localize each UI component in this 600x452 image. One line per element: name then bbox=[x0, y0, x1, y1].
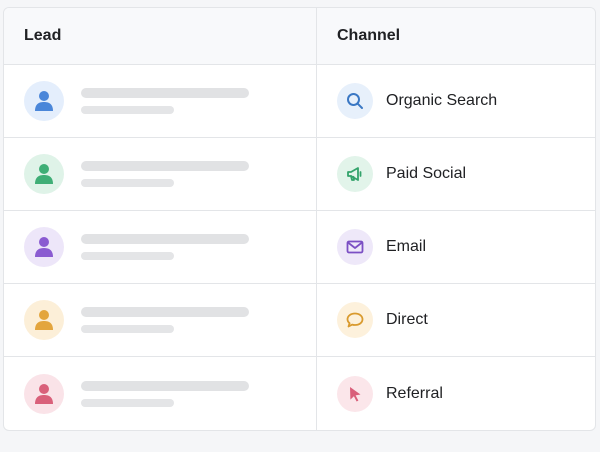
table-row[interactable]: Referral bbox=[4, 357, 595, 430]
person-icon bbox=[35, 310, 53, 330]
placeholder-line bbox=[81, 106, 174, 114]
avatar bbox=[24, 81, 64, 121]
channel-cell: Referral bbox=[317, 357, 595, 430]
lead-placeholder bbox=[81, 307, 249, 333]
lead-cell bbox=[4, 211, 317, 283]
channel-badge bbox=[337, 375, 373, 412]
channel-label: Direct bbox=[386, 311, 428, 328]
person-icon bbox=[35, 91, 53, 111]
channel-label: Email bbox=[386, 238, 427, 255]
table-row[interactable]: Direct bbox=[4, 284, 595, 357]
channel-label: Paid Social bbox=[386, 165, 467, 182]
channel-badge bbox=[337, 83, 373, 119]
placeholder-line bbox=[81, 380, 249, 391]
table-row[interactable]: Paid Social bbox=[4, 138, 595, 211]
avatar bbox=[24, 300, 64, 340]
megaphone-icon bbox=[347, 167, 362, 181]
table-header: Lead Channel bbox=[4, 8, 595, 65]
lead-cell bbox=[4, 284, 317, 356]
person-icon bbox=[35, 383, 53, 404]
channel-cell: Direct bbox=[317, 284, 595, 356]
lead-cell bbox=[4, 65, 317, 137]
column-header-lead[interactable]: Lead bbox=[4, 8, 317, 64]
lead-placeholder bbox=[81, 161, 249, 187]
channel-cell: Organic Search bbox=[317, 65, 595, 137]
chat-icon bbox=[346, 312, 364, 328]
channel-badge bbox=[337, 156, 373, 192]
channel-label: Organic Search bbox=[386, 92, 498, 109]
placeholder-line bbox=[81, 325, 174, 333]
placeholder-line bbox=[81, 398, 174, 407]
leads-table: Lead Channel Organic Search Paid Social … bbox=[3, 7, 596, 431]
placeholder-line bbox=[81, 161, 249, 171]
channel-cell: Paid Social bbox=[317, 138, 595, 210]
lead-placeholder bbox=[81, 234, 249, 260]
placeholder-line bbox=[81, 179, 174, 187]
placeholder-line bbox=[81, 252, 174, 260]
column-header-channel[interactable]: Channel bbox=[317, 8, 595, 64]
lead-placeholder bbox=[81, 88, 249, 114]
person-icon bbox=[35, 164, 53, 184]
avatar bbox=[24, 154, 64, 194]
channel-badge bbox=[337, 302, 373, 338]
channel-badge bbox=[337, 229, 373, 265]
placeholder-line bbox=[81, 307, 249, 317]
lead-placeholder bbox=[81, 380, 249, 407]
table-row[interactable]: Organic Search bbox=[4, 65, 595, 138]
table-row[interactable]: Email bbox=[4, 211, 595, 284]
avatar bbox=[24, 227, 64, 267]
search-icon bbox=[347, 93, 363, 109]
lead-cell bbox=[4, 138, 317, 210]
channel-label: Referral bbox=[386, 384, 443, 402]
mail-icon bbox=[346, 240, 364, 254]
avatar bbox=[24, 373, 64, 414]
cursor-icon bbox=[350, 386, 361, 401]
placeholder-line bbox=[81, 88, 249, 98]
table-body: Organic Search Paid Social Email Direct … bbox=[4, 65, 595, 430]
person-icon bbox=[35, 237, 53, 257]
lead-cell bbox=[4, 357, 317, 430]
channel-cell: Email bbox=[317, 211, 595, 283]
placeholder-line bbox=[81, 234, 249, 244]
